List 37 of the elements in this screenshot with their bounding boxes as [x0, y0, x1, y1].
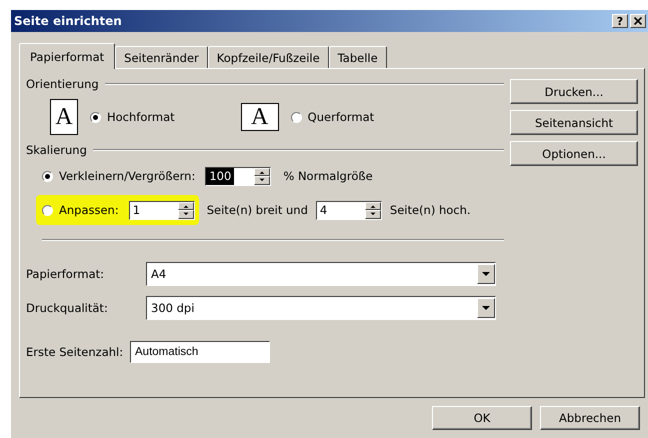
group-label: Skalierung — [26, 143, 87, 157]
spin-field[interactable]: 100 — [205, 166, 272, 186]
dropdown[interactable]: A4 — [146, 262, 496, 286]
caret-icon[interactable] — [477, 264, 495, 284]
help-button[interactable]: ? — [612, 14, 628, 28]
group-label: Orientierung — [26, 77, 99, 91]
unit-label: Seite(n) breit und — [206, 203, 308, 217]
spin-field[interactable]: 4 — [316, 200, 382, 220]
radio-button[interactable] — [42, 204, 53, 216]
tab[interactable]: Tabelle — [328, 46, 387, 68]
dialog-button[interactable]: Seitenansicht — [510, 110, 638, 135]
field-label: Druckqualität: — [26, 301, 109, 315]
window-title: Seite einrichten — [14, 14, 122, 28]
unit-label: % Normalgröße — [283, 169, 373, 183]
radio-label[interactable]: Anpassen: — [59, 203, 119, 217]
field-label: Papierformat: — [26, 267, 106, 281]
radio-button[interactable] — [42, 170, 53, 182]
dialog-button[interactable]: Abbrechen — [540, 406, 640, 430]
dialog-button[interactable]: Optionen... — [510, 141, 638, 166]
dropdown[interactable]: 300 dpi — [146, 296, 496, 320]
spin-field[interactable]: 1 — [128, 200, 195, 220]
input-field[interactable]: Automatisch — [130, 341, 270, 363]
portrait-page-icon: A — [50, 99, 78, 135]
close-icon[interactable] — [630, 14, 646, 28]
tab[interactable]: Papierformat — [19, 43, 116, 69]
radio-button[interactable] — [90, 112, 101, 122]
landscape-page-icon: A — [240, 103, 279, 131]
tab[interactable]: Kopfzeile/Fußzeile — [208, 46, 329, 68]
dialog-button[interactable]: Drucken... — [510, 79, 638, 104]
radio-label[interactable]: Verkleinern/Vergrößern: — [59, 169, 196, 183]
dialog-button[interactable]: OK — [432, 406, 532, 430]
radio-label[interactable]: Querformat — [308, 110, 374, 124]
unit-label: Seite(n) hoch. — [390, 203, 471, 217]
radio-label[interactable]: Hochformat — [107, 110, 175, 124]
radio-button[interactable] — [290, 112, 302, 122]
tab[interactable]: Seitenränder — [115, 46, 208, 68]
caret-icon[interactable] — [477, 298, 495, 318]
